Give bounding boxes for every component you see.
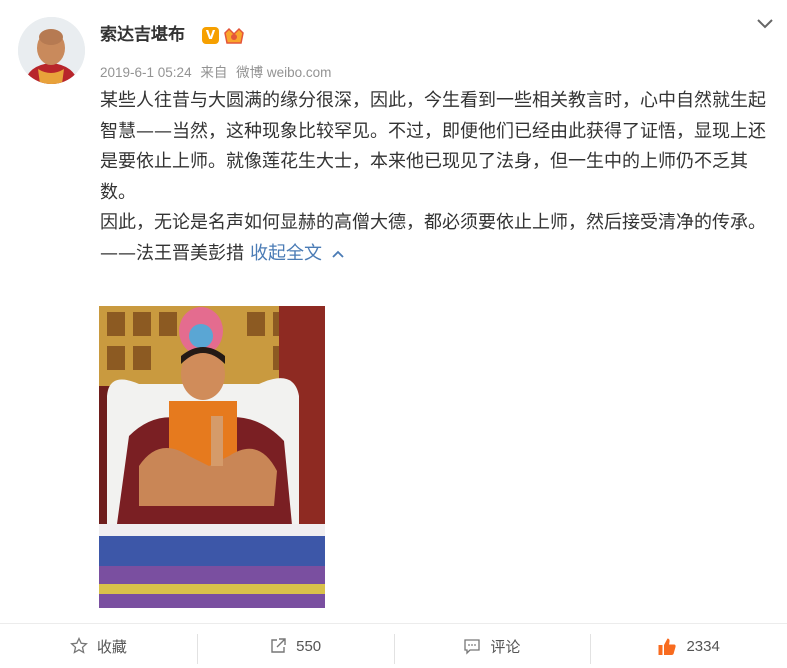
post-source[interactable]: 微博 weibo.com (236, 65, 331, 80)
favorite-button[interactable]: 收藏 (0, 624, 197, 668)
repost-button[interactable]: 550 (196, 624, 394, 668)
chevron-up-icon[interactable] (331, 249, 345, 259)
avatar[interactable] (18, 17, 85, 84)
like-count: 2334 (686, 637, 720, 655)
chevron-down-icon[interactable] (755, 16, 775, 32)
comment-button[interactable]: 评论 (393, 624, 591, 668)
vip-crown-icon[interactable] (223, 25, 245, 45)
favorite-label: 收藏 (96, 638, 127, 656)
repost-icon (271, 638, 286, 653)
post-paragraph: 因此，无论是名声如何显赫的高僧大德，都必须要依止上师，然后接受清净的传承。 (100, 212, 766, 233)
comment-icon (464, 639, 481, 655)
like-button[interactable]: 2334 (590, 624, 787, 668)
post-meta: 2019-6-1 05:24 来自 微博 weibo.com (100, 61, 336, 81)
author-name[interactable]: 索达吉堪布 (100, 24, 185, 46)
post-paragraph: 某些人往昔与大圆满的缘分很深，因此，今生看到一些相关教言时，心中自然就生起智慧—… (100, 90, 766, 203)
post-date[interactable]: 2019-6-1 05:24 (100, 65, 192, 80)
comment-label: 评论 (490, 638, 521, 656)
post-signature: ——法王晋美彭措 (100, 242, 244, 264)
thumbs-up-icon (658, 638, 677, 655)
collapse-link[interactable]: 收起全文 (250, 243, 322, 264)
verified-icon: V (202, 27, 219, 44)
post-text: 某些人往昔与大圆满的缘分很深，因此，今生看到一些相关教言时，心中自然就生起智慧—… (100, 86, 770, 269)
source-prefix: 来自 (200, 65, 228, 80)
repost-count: 550 (296, 637, 322, 655)
post-signature-line: ——法王晋美彭措 收起全文 (100, 239, 770, 270)
post-image[interactable] (99, 306, 325, 608)
star-icon (69, 637, 88, 654)
action-bar: 收藏 550 评论 2334 (0, 623, 787, 668)
